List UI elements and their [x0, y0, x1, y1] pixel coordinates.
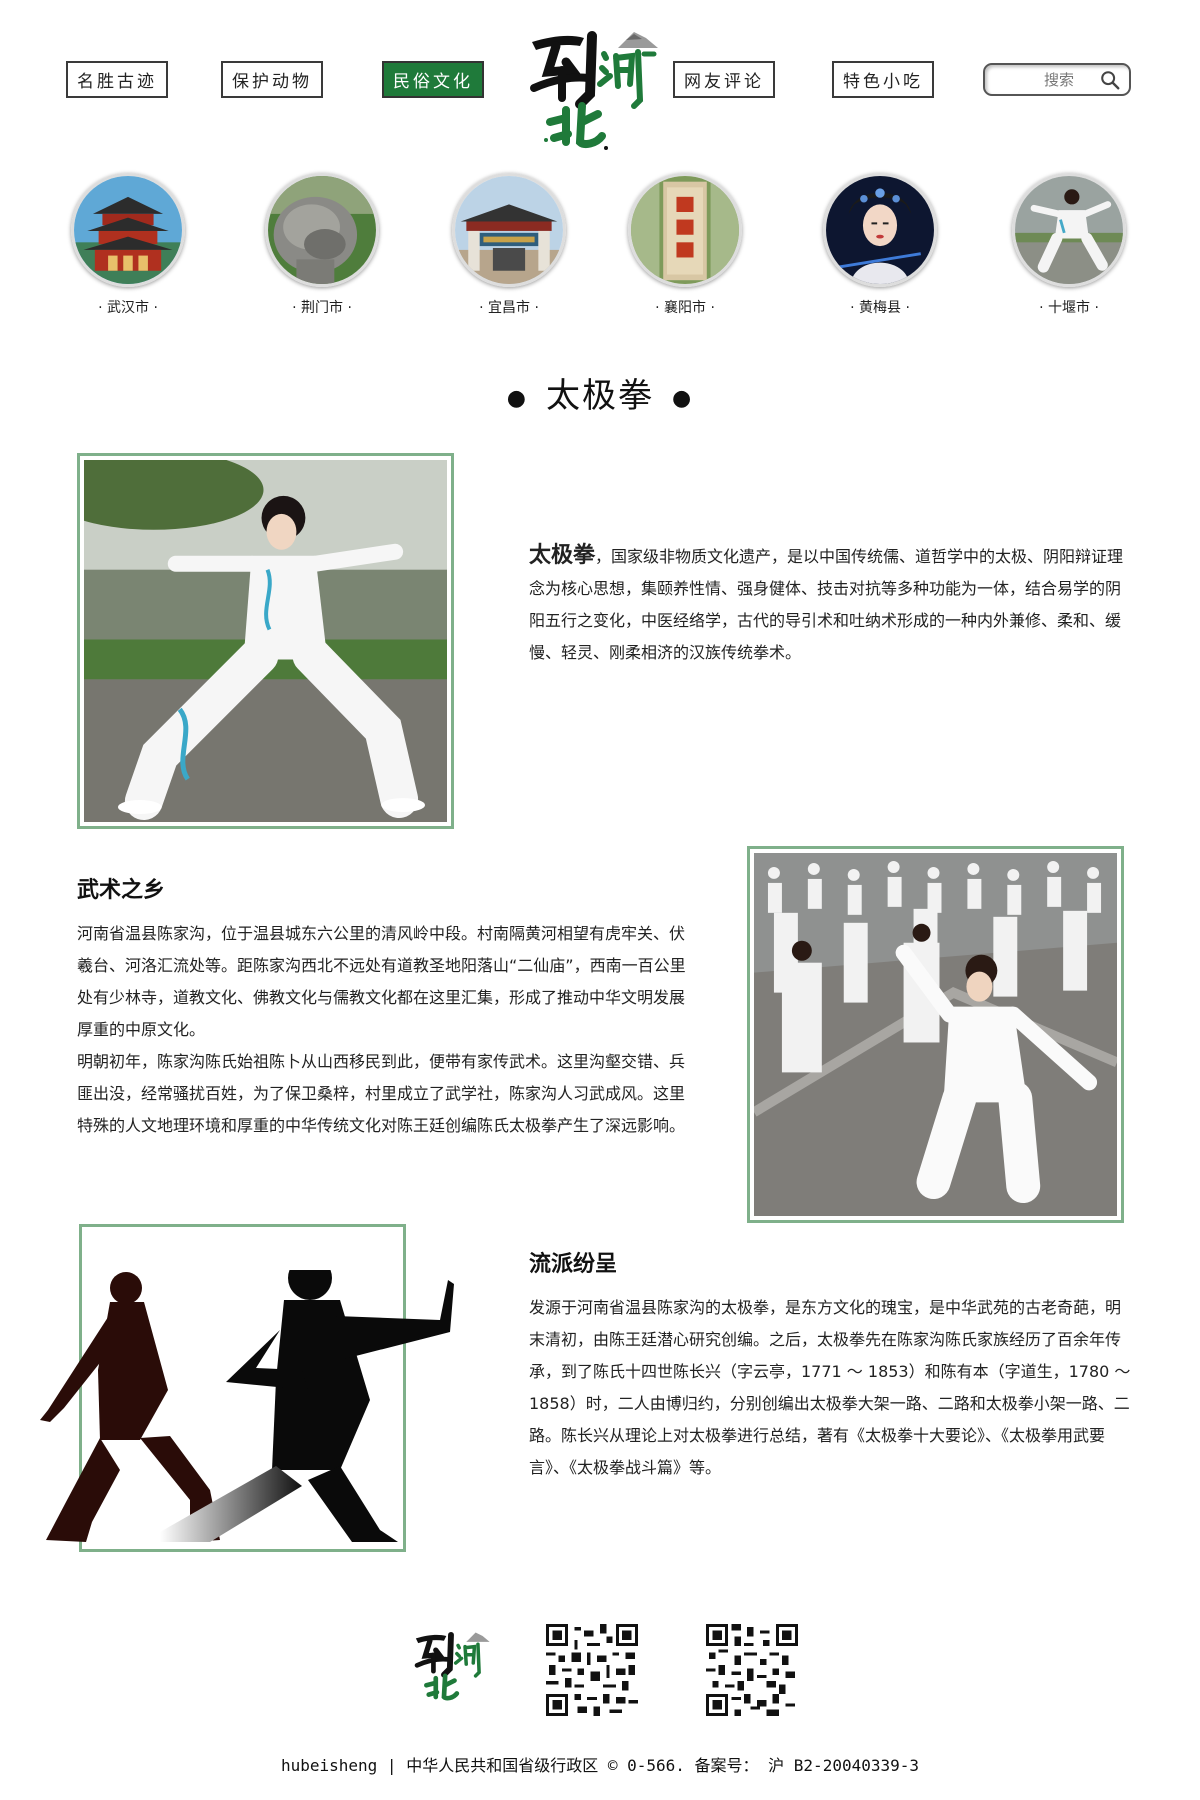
city-jingmen[interactable]: · 荆门市 ·	[262, 173, 382, 317]
stone-turtle-icon	[265, 173, 379, 287]
schools-paragraph: 发源于河南省温县陈家沟的太极拳，是东方文化的瑰宝，是中华武苑的古老奇葩，明末清初…	[529, 1298, 1131, 1477]
site-logo-graphic	[530, 31, 658, 150]
bullet-dot: ●	[506, 385, 528, 411]
hometown-paragraph-2: 明朝初年，陈家沟陈氏始祖陈卜从山西移民到此，便带有家传武术。这里沟壑交错、兵匪出…	[77, 1052, 686, 1135]
search-input[interactable]	[1019, 70, 1099, 89]
yellow-crane-tower-icon	[71, 173, 185, 287]
qr-code-2[interactable]	[706, 1624, 798, 1716]
group-taiji-image	[754, 853, 1117, 1216]
city-label: · 黄梅县 ·	[850, 300, 910, 316]
hometown-paragraph-1: 河南省温县陈家沟，位于温县城东六公里的清风岭中段。村南隔黄河相望有虎牢关、伏羲台…	[77, 924, 686, 1039]
temple-gate-icon	[452, 173, 566, 287]
city-label: · 荆门市 ·	[292, 300, 352, 316]
site-logo[interactable]	[522, 14, 662, 154]
nav-item-snacks[interactable]: 特色小吃	[832, 61, 934, 98]
schools-title: 流派纷呈	[529, 1252, 618, 1277]
section-title-text: 太极拳	[546, 376, 654, 416]
city-wuhan[interactable]: · 武汉市 ·	[68, 173, 188, 317]
intro-body: ，国家级非物质文化遗产，是以中国传统儒、道哲学中的太极、阴阳辩证理念为核心思想，…	[529, 547, 1124, 662]
taiji-performer-icon	[1012, 173, 1126, 287]
qr-code-1[interactable]	[546, 1624, 638, 1716]
nav-item-folk-culture[interactable]: 民俗文化	[382, 61, 484, 98]
schools-block: 流派纷呈 发源于河南省温县陈家沟的太极拳，是东方文化的瑰宝，是中华武苑的古老奇葩…	[529, 1250, 1133, 1484]
city-label: · 襄阳市 ·	[655, 300, 715, 316]
taiji-silhouette-illustration	[40, 1270, 454, 1542]
city-xiangyang[interactable]: · 襄阳市 ·	[625, 173, 745, 317]
city-shiyan[interactable]: · 十堰市 ·	[1009, 173, 1129, 317]
nav-item-animals[interactable]: 保护动物	[221, 61, 323, 98]
city-label: · 武汉市 ·	[98, 300, 158, 316]
qr-code-icon	[706, 1624, 798, 1716]
search-box[interactable]	[983, 63, 1131, 96]
city-label: · 十堰市 ·	[1039, 300, 1099, 316]
intro-head: 太极拳	[529, 543, 596, 568]
search-icon[interactable]	[1099, 69, 1121, 91]
opera-performer-icon	[823, 173, 937, 287]
city-huangmei[interactable]: · 黄梅县 ·	[820, 173, 940, 317]
hometown-title: 武术之乡	[77, 878, 166, 903]
footer-copyright: hubeisheng | 中华人民共和国省级行政区 © 0-566. 备案号： …	[280, 1756, 920, 1775]
nav-item-comments[interactable]: 网友评论	[673, 61, 775, 98]
group-taiji-photo	[747, 846, 1124, 1223]
hometown-block: 武术之乡 河南省温县陈家沟，位于温县城东六公里的清风岭中段。村南隔黄河相望有虎牢…	[77, 876, 689, 1142]
wolong-stone-tablet-icon	[628, 173, 742, 287]
city-label: · 宜昌市 ·	[479, 300, 539, 316]
taiji-woman-photo	[77, 453, 454, 829]
bullet-dot: ●	[672, 385, 694, 411]
intro-text: 太极拳，国家级非物质文化遗产，是以中国传统儒、道哲学中的太极、阴阳辩证理念为核心…	[529, 540, 1129, 669]
section-title: ● 太极拳 ●	[0, 368, 1200, 417]
qr-code-icon	[546, 1624, 638, 1716]
footer-logo-graphic	[414, 1631, 490, 1701]
nav-item-scenic[interactable]: 名胜古迹	[66, 61, 168, 98]
footer-logo[interactable]	[410, 1622, 492, 1704]
taiji-woman-image	[84, 460, 447, 822]
city-yichang[interactable]: · 宜昌市 ·	[449, 173, 569, 317]
